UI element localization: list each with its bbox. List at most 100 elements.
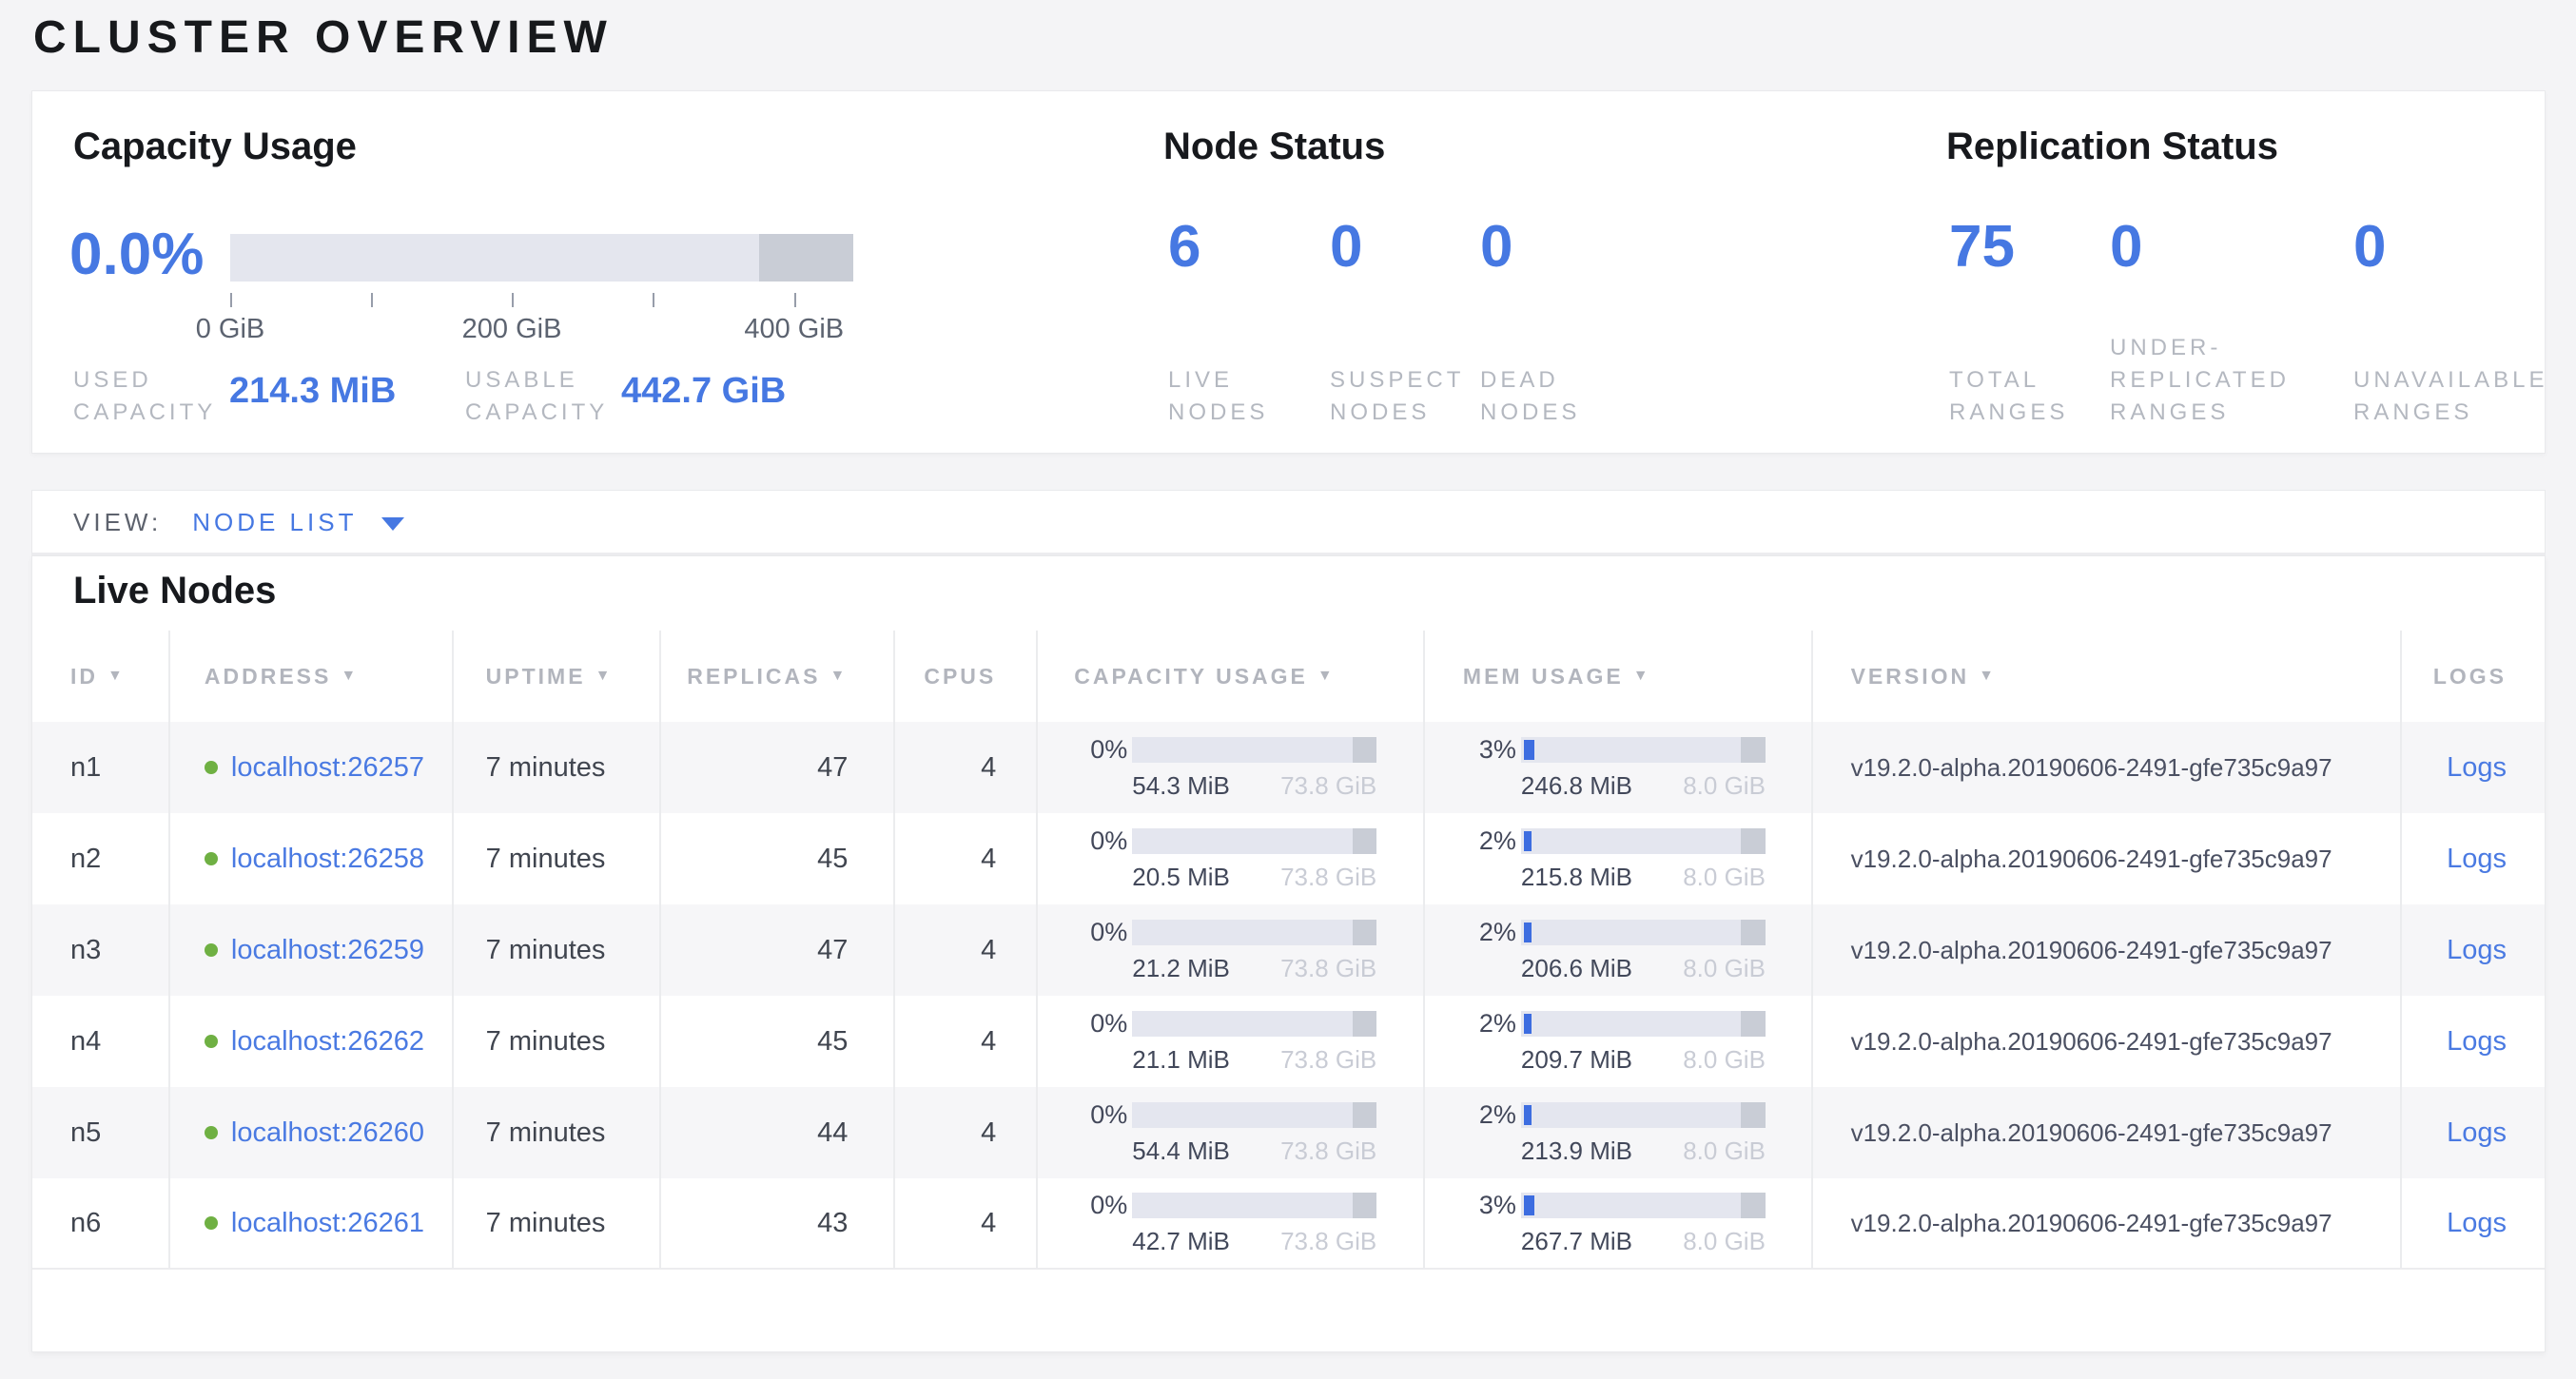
total-ranges-count: 75 bbox=[1949, 213, 2015, 281]
logs-link[interactable]: Logs bbox=[2447, 1208, 2507, 1239]
page-title: CLUSTER OVERVIEW bbox=[33, 11, 614, 64]
node-uptime-cell: 7 minutes bbox=[454, 996, 661, 1087]
logs-link[interactable]: Logs bbox=[2447, 935, 2507, 966]
memory-bar bbox=[1521, 1193, 1766, 1218]
capacity-bar-reserved bbox=[1353, 1102, 1377, 1128]
node-address-cell: localhost:26260 bbox=[170, 1087, 454, 1178]
node-mem-usage-cell: 3% 267.7 MiB 8.0 GiB bbox=[1425, 1178, 1813, 1268]
node-cpus-cell: 4 bbox=[895, 904, 1038, 996]
capacity-bar bbox=[1132, 1193, 1376, 1218]
memory-bar-reserved bbox=[1741, 920, 1766, 945]
column-header-cpus: CPUS bbox=[895, 631, 1038, 722]
column-header-uptime[interactable]: UPTIME▼ bbox=[454, 631, 661, 722]
node-mem-usage-cell: 2% 215.8 MiB 8.0 GiB bbox=[1425, 813, 1813, 904]
view-dropdown-value: NODE LIST bbox=[192, 508, 357, 537]
axis-tick bbox=[653, 293, 654, 307]
used-capacity-value: 214.3 MiB bbox=[229, 371, 396, 412]
node-live-status-icon bbox=[205, 852, 218, 865]
memory-bar bbox=[1521, 737, 1766, 763]
under-replicated-label: UNDER- REPLICATED RANGES bbox=[2110, 332, 2290, 429]
column-header-replicas[interactable]: REPLICAS▼ bbox=[661, 631, 896, 722]
node-logs-cell: Logs bbox=[2402, 813, 2545, 904]
node-replicas-cell: 47 bbox=[661, 904, 896, 996]
column-header-version[interactable]: VERSION▼ bbox=[1813, 631, 2402, 722]
node-mem-usage-cell: 3% 246.8 MiB 8.0 GiB bbox=[1425, 722, 1813, 813]
node-address-link[interactable]: localhost:26261 bbox=[231, 1208, 424, 1239]
node-version-cell: v19.2.0-alpha.20190606-2491-gfe735c9a97 bbox=[1813, 996, 2402, 1087]
under-replicated-count: 0 bbox=[2110, 213, 2142, 281]
memory-total-value: 8.0 GiB bbox=[1683, 1227, 1766, 1256]
capacity-used-value: 21.1 MiB bbox=[1132, 1045, 1230, 1075]
node-replicas-cell: 45 bbox=[661, 813, 896, 904]
node-version-cell: v19.2.0-alpha.20190606-2491-gfe735c9a97 bbox=[1813, 722, 2402, 813]
table-row: n5 localhost:26260 7 minutes 44 4 0% bbox=[32, 1087, 2545, 1178]
memory-bar-fill bbox=[1524, 1195, 1534, 1215]
node-address-link[interactable]: localhost:26260 bbox=[231, 1117, 424, 1149]
table-row: n3 localhost:26259 7 minutes 47 4 0% bbox=[32, 904, 2545, 996]
axis-tick bbox=[230, 293, 232, 307]
memory-percent: 2% bbox=[1463, 918, 1516, 947]
node-address-link[interactable]: localhost:26257 bbox=[231, 752, 424, 784]
node-address-cell: localhost:26258 bbox=[170, 813, 454, 904]
column-header-address[interactable]: ADDRESS▼ bbox=[170, 631, 454, 722]
sort-arrow-icon: ▼ bbox=[1979, 668, 1997, 685]
node-live-status-icon bbox=[205, 943, 218, 957]
node-address-cell: localhost:26259 bbox=[170, 904, 454, 996]
node-id-cell: n5 bbox=[32, 1087, 170, 1178]
node-address-cell: localhost:26257 bbox=[170, 722, 454, 813]
memory-bar-fill bbox=[1524, 1105, 1532, 1125]
dead-nodes-count: 0 bbox=[1480, 213, 1512, 281]
node-address-link[interactable]: localhost:26259 bbox=[231, 935, 424, 966]
capacity-bar bbox=[1132, 920, 1376, 945]
usable-capacity-value: 442.7 GiB bbox=[621, 371, 786, 412]
live-nodes-section: Live Nodes ID▼ ADDRESS▼ UPTIME▼ REPLICAS… bbox=[31, 555, 2546, 1352]
capacity-bar-reserved-segment bbox=[759, 234, 853, 282]
node-address-link[interactable]: localhost:26258 bbox=[231, 844, 424, 875]
cluster-overview-page: CLUSTER OVERVIEW Capacity Usage Node Sta… bbox=[0, 0, 2576, 1379]
memory-used-value: 267.7 MiB bbox=[1521, 1227, 1632, 1256]
memory-bar-reserved bbox=[1741, 1011, 1766, 1037]
column-header-mem-usage[interactable]: MEM USAGE▼ bbox=[1425, 631, 1813, 722]
table-header-row: ID▼ ADDRESS▼ UPTIME▼ REPLICAS▼ CPUS CAPA… bbox=[32, 631, 2545, 722]
usable-capacity-label: USABLE CAPACITY bbox=[465, 364, 608, 429]
memory-total-value: 8.0 GiB bbox=[1683, 1045, 1766, 1075]
memory-used-value: 246.8 MiB bbox=[1521, 771, 1632, 801]
capacity-used-value: 42.7 MiB bbox=[1132, 1227, 1230, 1256]
node-cpus-cell: 4 bbox=[895, 722, 1038, 813]
capacity-bar bbox=[1132, 828, 1376, 854]
node-mem-usage-cell: 2% 209.7 MiB 8.0 GiB bbox=[1425, 996, 1813, 1087]
capacity-percent: 0% bbox=[1074, 735, 1127, 765]
capacity-percent: 0% bbox=[1074, 826, 1127, 856]
memory-total-value: 8.0 GiB bbox=[1683, 863, 1766, 892]
memory-bar bbox=[1521, 920, 1766, 945]
node-logs-cell: Logs bbox=[2402, 996, 2545, 1087]
node-version-cell: v19.2.0-alpha.20190606-2491-gfe735c9a97 bbox=[1813, 1178, 2402, 1268]
logs-link[interactable]: Logs bbox=[2447, 844, 2507, 875]
node-id-cell: n1 bbox=[32, 722, 170, 813]
node-uptime-cell: 7 minutes bbox=[454, 1178, 661, 1268]
memory-bar-fill bbox=[1524, 1014, 1532, 1034]
live-nodes-heading: Live Nodes bbox=[73, 570, 276, 612]
view-dropdown[interactable]: NODE LIST bbox=[192, 508, 404, 537]
unavailable-ranges-label: UNAVAILABLE RANGES bbox=[2353, 364, 2548, 429]
capacity-percent: 0% bbox=[1074, 1191, 1127, 1220]
node-id-cell: n3 bbox=[32, 904, 170, 996]
column-header-id[interactable]: ID▼ bbox=[32, 631, 170, 722]
live-nodes-label: LIVE NODES bbox=[1168, 364, 1268, 429]
node-capacity-usage-cell: 0% 42.7 MiB 73.8 GiB bbox=[1038, 1178, 1425, 1268]
capacity-percent: 0% bbox=[1074, 918, 1127, 947]
column-header-capacity-usage[interactable]: CAPACITY USAGE▼ bbox=[1038, 631, 1425, 722]
capacity-bar-reserved bbox=[1353, 1193, 1377, 1218]
logs-link[interactable]: Logs bbox=[2447, 1117, 2507, 1149]
memory-percent: 3% bbox=[1463, 1191, 1516, 1220]
node-address-link[interactable]: localhost:26262 bbox=[231, 1026, 424, 1058]
axis-tick bbox=[512, 293, 514, 307]
node-id-cell: n4 bbox=[32, 996, 170, 1087]
node-replicas-cell: 45 bbox=[661, 996, 896, 1087]
logs-link[interactable]: Logs bbox=[2447, 752, 2507, 784]
column-header-logs: LOGS bbox=[2402, 631, 2545, 722]
logs-link[interactable]: Logs bbox=[2447, 1026, 2507, 1058]
capacity-total-value: 73.8 GiB bbox=[1280, 954, 1376, 983]
sort-arrow-icon: ▼ bbox=[1633, 668, 1651, 685]
memory-total-value: 8.0 GiB bbox=[1683, 771, 1766, 801]
